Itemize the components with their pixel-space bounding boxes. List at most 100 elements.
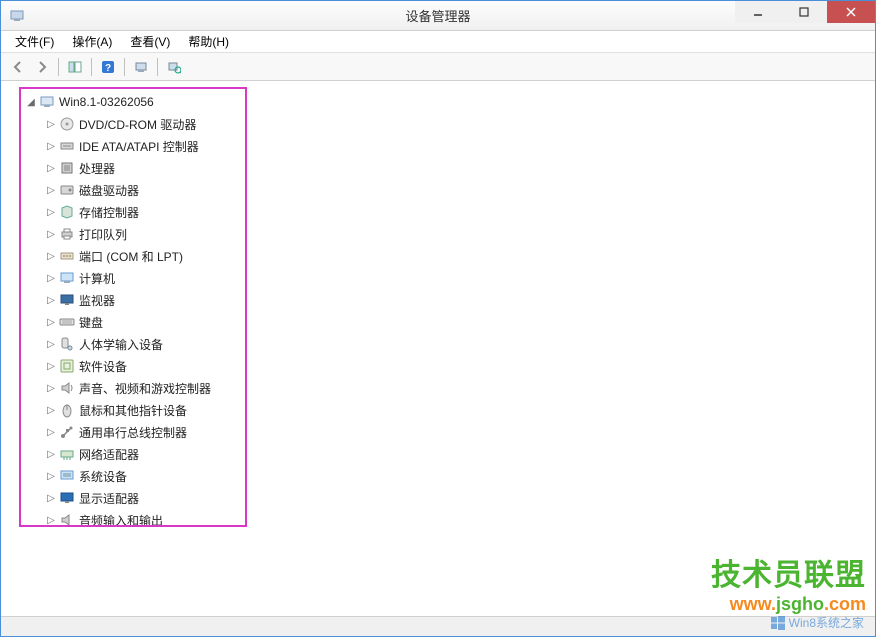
tree-item-label: 软件设备 (79, 358, 127, 375)
toolbar-separator (91, 58, 92, 76)
tree-item[interactable]: ▷ IDE ATA/ATAPI 控制器 (25, 135, 871, 157)
computer-icon (39, 94, 55, 110)
tree-item-label: 磁盘驱动器 (79, 182, 139, 199)
tree-item[interactable]: ▷ 通用串行总线控制器 (25, 421, 871, 443)
scan-changes-button[interactable] (163, 56, 185, 78)
menu-action[interactable]: 操作(A) (64, 31, 120, 52)
toolbar: ? (1, 53, 875, 81)
device-tree: ◢ Win8.1-03262056 ▷ DVD/CD-ROM 驱动器 ▷ IDE… (5, 85, 871, 531)
expand-icon[interactable]: ▷ (45, 360, 57, 372)
tree-item-label: 显示适配器 (79, 490, 139, 507)
tree-item[interactable]: ▷ 监视器 (25, 289, 871, 311)
expand-icon[interactable]: ▷ (45, 272, 57, 284)
scan-hardware-button[interactable] (130, 56, 152, 78)
tree-item[interactable]: ▷ 存储控制器 (25, 201, 871, 223)
back-button[interactable] (7, 56, 29, 78)
expand-icon[interactable]: ▷ (45, 184, 57, 196)
tree-item-label: 存储控制器 (79, 204, 139, 221)
tree-item-label: 系统设备 (79, 468, 127, 485)
maximize-button[interactable] (781, 1, 827, 23)
tree-item[interactable]: ▷ 处理器 (25, 157, 871, 179)
expand-icon[interactable]: ▷ (45, 514, 57, 526)
close-button[interactable] (827, 1, 875, 23)
tree-item[interactable]: ▷ 打印队列 (25, 223, 871, 245)
expand-icon[interactable]: ▷ (45, 140, 57, 152)
tree-item[interactable]: ▷ 鼠标和其他指针设备 (25, 399, 871, 421)
tree-item[interactable]: ▷ DVD/CD-ROM 驱动器 (25, 113, 871, 135)
expand-icon[interactable]: ▷ (45, 162, 57, 174)
expand-icon[interactable]: ▷ (45, 448, 57, 460)
show-hide-console-tree-button[interactable] (64, 56, 86, 78)
device-manager-window: 设备管理器 文件(F) 操作(A) 查看(V) 帮助(H) ? (0, 0, 876, 637)
tree-item-label: 处理器 (79, 160, 115, 177)
tree-item-label: 端口 (COM 和 LPT) (79, 248, 183, 265)
tree-item-label: 监视器 (79, 292, 115, 309)
menu-file[interactable]: 文件(F) (7, 31, 62, 52)
expand-icon[interactable]: ▷ (45, 228, 57, 240)
titlebar: 设备管理器 (1, 1, 875, 31)
tree-item-label: 打印队列 (79, 226, 127, 243)
tree-item[interactable]: ▷ 键盘 (25, 311, 871, 333)
menubar: 文件(F) 操作(A) 查看(V) 帮助(H) (1, 31, 875, 53)
help-button[interactable]: ? (97, 56, 119, 78)
tree-item[interactable]: ▷ 计算机 (25, 267, 871, 289)
mouse-icon (59, 402, 75, 418)
statusbar (1, 616, 875, 636)
display-icon (59, 490, 75, 506)
toolbar-separator (58, 58, 59, 76)
expand-icon[interactable]: ▷ (45, 470, 57, 482)
expand-icon[interactable]: ▷ (45, 492, 57, 504)
tree-item[interactable]: ▷ 人体学输入设备 (25, 333, 871, 355)
tree-item-label: DVD/CD-ROM 驱动器 (79, 116, 196, 133)
tree-item[interactable]: ▷ 端口 (COM 和 LPT) (25, 245, 871, 267)
storage-icon (59, 204, 75, 220)
collapse-icon[interactable]: ◢ (25, 96, 37, 108)
tree-item-label: 计算机 (79, 270, 115, 287)
forward-button[interactable] (31, 56, 53, 78)
expand-icon[interactable]: ▷ (45, 404, 57, 416)
disk-icon (59, 182, 75, 198)
expand-icon[interactable]: ▷ (45, 206, 57, 218)
usb-icon (59, 424, 75, 440)
tree-item-label: 鼠标和其他指针设备 (79, 402, 187, 419)
cpu-icon (59, 160, 75, 176)
minimize-button[interactable] (735, 1, 781, 23)
svg-text:?: ? (105, 63, 111, 74)
tree-root-label: Win8.1-03262056 (59, 95, 154, 109)
sound-icon (59, 380, 75, 396)
software-icon (59, 358, 75, 374)
tree-item[interactable]: ▷ 软件设备 (25, 355, 871, 377)
expand-icon[interactable]: ▷ (45, 382, 57, 394)
keyboard-icon (59, 314, 75, 330)
tree-item[interactable]: ▷ 声音、视频和游戏控制器 (25, 377, 871, 399)
audio-icon (59, 512, 75, 528)
toolbar-separator (157, 58, 158, 76)
expand-icon[interactable]: ▷ (45, 338, 57, 350)
device-tree-container[interactable]: ◢ Win8.1-03262056 ▷ DVD/CD-ROM 驱动器 ▷ IDE… (1, 81, 875, 616)
monitor-icon (59, 292, 75, 308)
menu-view[interactable]: 查看(V) (122, 31, 178, 52)
tree-item-label: 声音、视频和游戏控制器 (79, 380, 211, 397)
menu-help[interactable]: 帮助(H) (180, 31, 237, 52)
expand-icon[interactable]: ▷ (45, 316, 57, 328)
expand-icon[interactable]: ▷ (45, 250, 57, 262)
tree-item[interactable]: ▷ 磁盘驱动器 (25, 179, 871, 201)
port-icon (59, 248, 75, 264)
tree-item[interactable]: ▷ 音频输入和输出 (25, 509, 871, 531)
tree-item[interactable]: ▷ 系统设备 (25, 465, 871, 487)
tree-root-item[interactable]: ◢ Win8.1-03262056 (25, 91, 871, 113)
tree-item[interactable]: ▷ 显示适配器 (25, 487, 871, 509)
expand-icon[interactable]: ▷ (45, 426, 57, 438)
ide-icon (59, 138, 75, 154)
expand-icon[interactable]: ▷ (45, 118, 57, 130)
tree-item-label: 音频输入和输出 (79, 512, 163, 529)
tree-item-label: 键盘 (79, 314, 103, 331)
network-icon (59, 446, 75, 462)
expand-icon[interactable]: ▷ (45, 294, 57, 306)
tree-item-label: 通用串行总线控制器 (79, 424, 187, 441)
printer-icon (59, 226, 75, 242)
tree-item-label: IDE ATA/ATAPI 控制器 (79, 138, 199, 155)
tree-item[interactable]: ▷ 网络适配器 (25, 443, 871, 465)
hid-icon (59, 336, 75, 352)
tree-item-label: 网络适配器 (79, 446, 139, 463)
